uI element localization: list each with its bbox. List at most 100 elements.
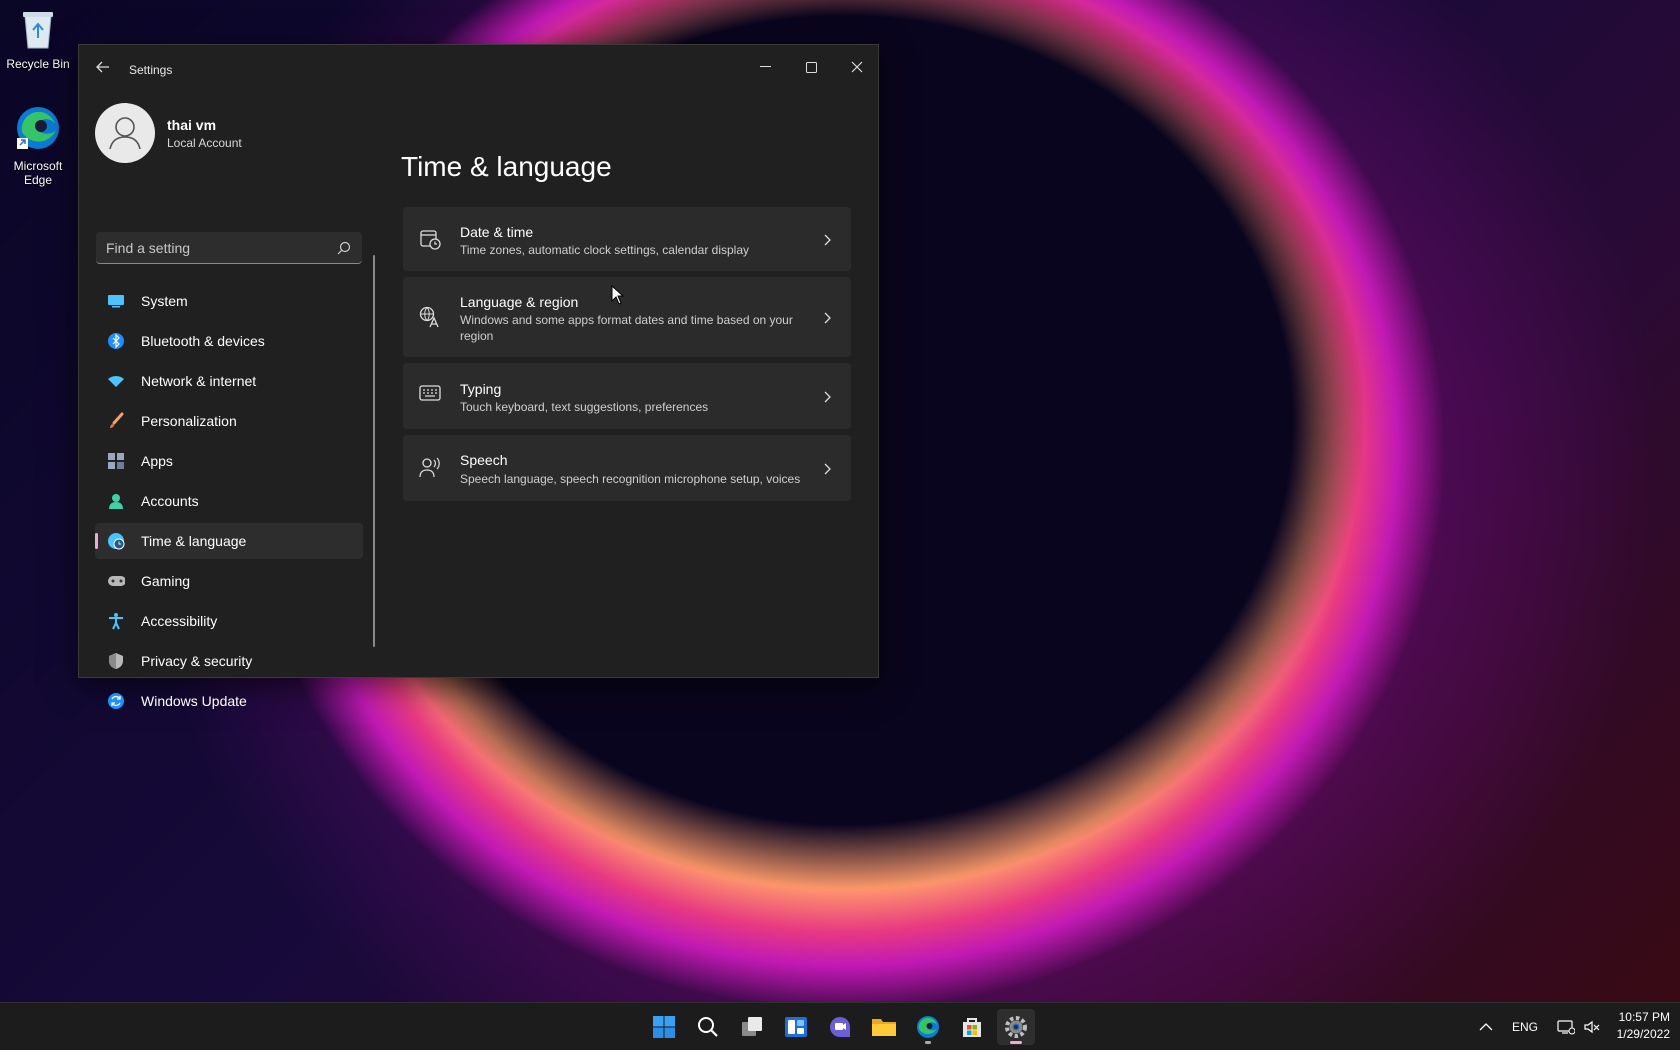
sidebar-item-apps[interactable]: Apps: [95, 443, 363, 479]
monitor-icon: [107, 292, 125, 310]
card-date-time[interactable]: Date & time Time zones, automatic clock …: [403, 207, 851, 271]
desktop-icon-edge[interactable]: Microsoft Edge: [0, 104, 76, 187]
sidebar-item-bluetooth[interactable]: Bluetooth & devices: [95, 323, 363, 359]
file-explorer-button[interactable]: [865, 1009, 903, 1045]
sidebar-item-network[interactable]: Network & internet: [95, 363, 363, 399]
card-description: Windows and some apps format dates and t…: [460, 313, 793, 343]
minimize-icon: [759, 66, 771, 67]
desktop-icon-label: Microsoft Edge: [13, 159, 63, 187]
apps-icon: [107, 452, 125, 470]
sidebar-scrollbar[interactable]: [373, 255, 375, 647]
main-content: Time & language Date & time Time zones, …: [397, 93, 857, 677]
sidebar-item-windows-update[interactable]: Windows Update: [95, 683, 363, 719]
paintbrush-icon: [107, 412, 125, 430]
card-description: Speech language, speech recognition micr…: [460, 472, 801, 486]
running-indicator: [925, 1041, 931, 1044]
taskbar: ENG 10:57 PM 1/29/2022: [0, 1002, 1680, 1050]
widgets-button[interactable]: [777, 1009, 815, 1045]
maximize-button[interactable]: [788, 51, 834, 83]
sidebar-item-accounts[interactable]: Accounts: [95, 483, 363, 519]
speaker-muted-icon: [1584, 1020, 1600, 1034]
back-button[interactable]: [91, 59, 115, 79]
chevron-right-icon: [821, 390, 833, 403]
maximize-icon: [805, 61, 817, 73]
chevron-right-icon: [821, 462, 833, 475]
sidebar-item-label: Accessibility: [141, 613, 218, 629]
search-input[interactable]: [106, 240, 326, 256]
search-icon[interactable]: [336, 240, 352, 256]
globe-clock-icon: [107, 532, 125, 550]
card-title: Speech: [460, 452, 508, 468]
shield-icon: [107, 652, 125, 670]
card-description: Time zones, automatic clock settings, ca…: [460, 243, 750, 257]
card-typing[interactable]: Typing Touch keyboard, text suggestions,…: [403, 363, 851, 429]
input-language-indicator[interactable]: ENG: [1512, 1020, 1538, 1034]
show-hidden-icons-button[interactable]: [1472, 1009, 1500, 1045]
card-speech[interactable]: Speech Speech language, speech recogniti…: [403, 435, 851, 501]
accessibility-icon: [107, 612, 125, 630]
card-title: Typing: [460, 381, 502, 397]
network-tray-button[interactable]: [1553, 1009, 1579, 1045]
store-button[interactable]: [953, 1009, 991, 1045]
title-bar[interactable]: Settings: [79, 45, 878, 93]
person-icon: [107, 492, 125, 510]
running-indicator: [1010, 1041, 1022, 1044]
calendar-clock-icon: [419, 228, 441, 250]
keyboard-icon: [419, 385, 441, 407]
sidebar: thai vm Local Account System Bluetooth &…: [79, 93, 375, 709]
folder-icon: [872, 1019, 896, 1036]
card-title: Date & time: [460, 224, 534, 240]
search-icon: [698, 1017, 718, 1037]
mouse-cursor-icon: [611, 284, 625, 310]
chevron-right-icon: [821, 311, 833, 324]
sidebar-nav: System Bluetooth & devices Network & int…: [95, 283, 363, 723]
card-title: Language & region: [460, 294, 579, 310]
page-title: Time & language: [401, 151, 612, 182]
update-icon: [107, 692, 125, 710]
windows-logo-icon: [653, 1016, 675, 1038]
sidebar-item-label: Gaming: [141, 573, 191, 589]
edge-icon: [0, 104, 76, 155]
sidebar-item-privacy[interactable]: Privacy & security: [95, 643, 363, 679]
avatar: [95, 103, 155, 163]
account-type: Local Account: [167, 136, 242, 150]
store-icon: [963, 1018, 981, 1037]
person-icon: [109, 117, 141, 150]
close-button[interactable]: [834, 51, 880, 83]
sidebar-item-time-language[interactable]: Time & language: [95, 523, 363, 559]
bluetooth-icon: [107, 332, 125, 350]
sidebar-item-gaming[interactable]: Gaming: [95, 563, 363, 599]
window-title: Settings: [129, 63, 173, 77]
recycle-bin-icon: [0, 8, 76, 53]
taskbar-search-button[interactable]: [689, 1009, 727, 1045]
sidebar-item-label: System: [141, 293, 188, 309]
search-box[interactable]: [96, 232, 362, 264]
settings-taskbar-button[interactable]: [997, 1009, 1035, 1045]
clock[interactable]: 10:57 PM 1/29/2022: [1610, 1010, 1670, 1041]
chat-icon: [830, 1017, 850, 1037]
sidebar-item-personalization[interactable]: Personalization: [95, 403, 363, 439]
user-profile[interactable]: thai vm Local Account: [95, 103, 355, 165]
task-view-icon: [742, 1017, 762, 1036]
chat-button[interactable]: [821, 1009, 859, 1045]
minimize-button[interactable]: [742, 51, 788, 83]
arrow-left-icon: [96, 61, 109, 73]
sidebar-item-label: Windows Update: [141, 693, 247, 709]
edge-button[interactable]: [909, 1009, 947, 1045]
sidebar-item-accessibility[interactable]: Accessibility: [95, 603, 363, 639]
sidebar-item-label: Privacy & security: [141, 653, 253, 669]
desktop-icon-recycle-bin[interactable]: Recycle Bin: [0, 8, 76, 71]
user-name: thai vm: [167, 117, 217, 133]
network-icon: [1557, 1020, 1575, 1035]
volume-tray-button[interactable]: [1579, 1009, 1605, 1045]
clock-time: 10:57 PM: [1618, 1010, 1670, 1024]
sidebar-item-label: Personalization: [141, 413, 237, 429]
sidebar-item-system[interactable]: System: [95, 283, 363, 319]
speech-icon: [419, 457, 441, 479]
task-view-button[interactable]: [733, 1009, 771, 1045]
widgets-icon: [785, 1017, 807, 1037]
card-description: Touch keyboard, text suggestions, prefer…: [460, 400, 709, 414]
settings-window: Settings thai vm Local Account Find a se…: [78, 44, 879, 709]
start-button[interactable]: [645, 1009, 683, 1045]
card-language-region[interactable]: Language & region Windows and some apps …: [403, 277, 851, 357]
